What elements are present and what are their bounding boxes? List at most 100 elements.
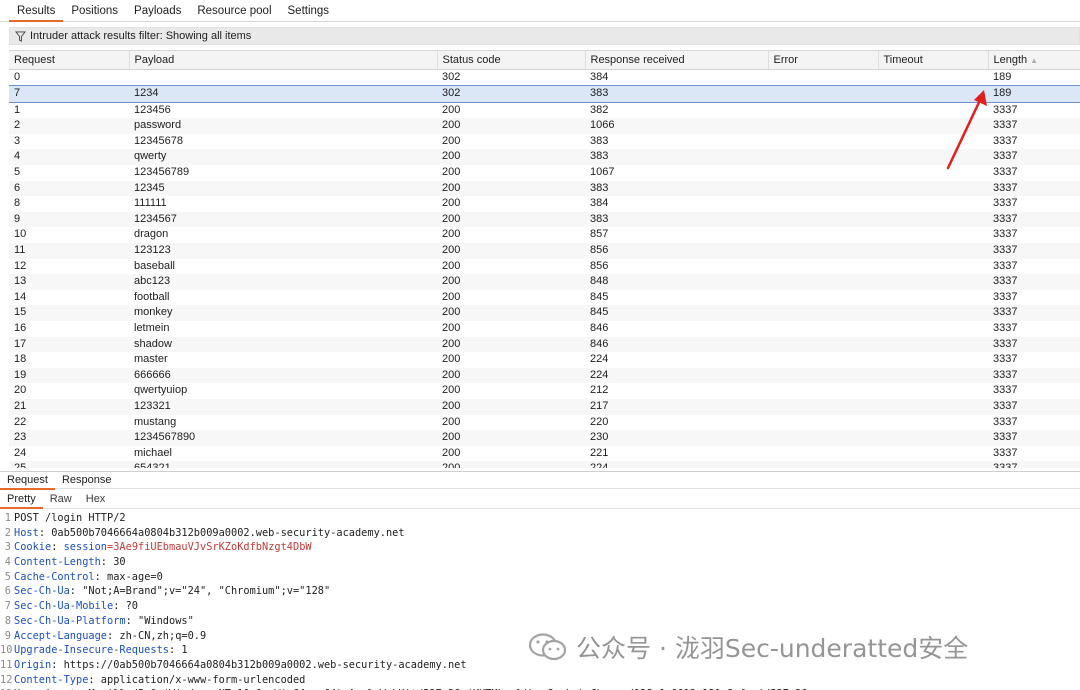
- length-cell: 3337: [988, 398, 1080, 415]
- status-code-cell: 200: [437, 180, 585, 197]
- error-cell: [768, 321, 878, 337]
- table-row[interactable]: 11 123123 200 856 3337: [9, 243, 1080, 259]
- error-cell: [768, 149, 878, 166]
- line-number: 5: [4, 570, 11, 583]
- error-cell: [768, 446, 878, 462]
- table-row[interactable]: 13 abc123 200 848 3337: [9, 274, 1080, 290]
- table-row[interactable]: 17 shadow 200 846 3337: [9, 336, 1080, 353]
- table-row[interactable]: 10 dragon 200 857 3337: [9, 227, 1080, 243]
- results-table: Request Payload Status code Response receiv…: [9, 50, 1080, 468]
- status-code-cell: 200: [437, 336, 585, 353]
- header-value: : application/x-www-form-urlencoded: [88, 673, 306, 686]
- payload-cell: abc123: [129, 274, 437, 290]
- error-cell: [768, 134, 878, 150]
- payload-cell: qwertyuiop: [134, 384, 188, 397]
- status-code-cell: 200: [437, 211, 585, 228]
- request-cell: 7: [9, 85, 129, 103]
- column-header-timeout[interactable]: Timeout: [878, 51, 989, 70]
- timeout-cell: [878, 446, 988, 462]
- code-line: 6 Sec-Ch-Ua: "Not;A=Brand";v="24", "Chrom…: [0, 584, 1080, 599]
- table-row[interactable]: 24 michael 200 221 3337: [9, 446, 1080, 462]
- timeout-cell: [878, 274, 988, 290]
- tab-settings[interactable]: Settings: [280, 0, 338, 22]
- response-received-cell: 383: [585, 180, 768, 197]
- response-received-cell: 382: [590, 103, 609, 116]
- timeout-cell: [878, 461, 988, 468]
- table-row[interactable]: 25654321200224 3337: [9, 461, 1080, 468]
- code-line: 8 Sec-Ch-Ua-Platform: "Windows": [0, 614, 1080, 629]
- table-row[interactable]: 5 123456789 200 1067 3337: [9, 165, 1080, 181]
- status-code-cell: 302: [437, 85, 585, 103]
- tab-results[interactable]: Results: [9, 0, 64, 22]
- table-row[interactable]: 15 monkey 200 845 3337: [9, 305, 1080, 321]
- status-code-cell: 200: [442, 166, 461, 179]
- table-row[interactable]: 20 qwertyuiop 200 212 3337: [9, 383, 1080, 399]
- column-header-label: Payload: [134, 53, 175, 66]
- request-cell: 1: [14, 103, 21, 116]
- error-cell: [768, 461, 878, 468]
- error-cell: [768, 430, 878, 446]
- table-row[interactable]: 6 12345 200 383 3337: [9, 180, 1080, 197]
- tab-positions[interactable]: Positions: [63, 0, 126, 22]
- line-content: Cookie: session=3Ae9fiUEbmauVJvSrKZoKdfb…: [14, 540, 312, 555]
- table-row[interactable]: 8 111111 200 384 3337: [9, 196, 1080, 212]
- payload-cell: dragon: [134, 228, 169, 241]
- line-content: Sec-Ch-Ua-Platform: "Windows": [14, 614, 194, 629]
- response-received-cell: 224: [585, 461, 768, 468]
- table-row[interactable]: 14 football 200 845 3337: [9, 290, 1080, 306]
- table-row[interactable]: 21 123321 200 217 3337: [9, 398, 1080, 415]
- results-filter-bar[interactable]: Intruder attack results filter: Showing …: [9, 27, 1080, 45]
- status-code-cell: 200: [442, 259, 461, 272]
- table-row[interactable]: 9 1234567 200 383 3337: [9, 211, 1080, 228]
- tab-hex[interactable]: Hex: [79, 491, 113, 509]
- tab-request[interactable]: Request: [0, 472, 55, 490]
- table-row[interactable]: 4 qwerty 200 383 3337: [9, 149, 1080, 166]
- error-cell: [768, 102, 878, 118]
- timeout-cell: [878, 259, 988, 275]
- status-code-cell: 200: [442, 103, 461, 116]
- column-header-length[interactable]: Length ▲: [988, 51, 1080, 70]
- payload-cell: 111111: [134, 197, 167, 210]
- payload-cell: monkey: [129, 305, 437, 321]
- status-code-cell: 200: [437, 367, 585, 384]
- table-row[interactable]: 19 666666 200 224 3337: [9, 367, 1080, 384]
- status-code-cell: 200: [442, 353, 461, 366]
- column-header-payload[interactable]: Payload: [129, 51, 438, 70]
- table-row[interactable]: 2 password 200 1066 3337: [9, 118, 1080, 134]
- table-row[interactable]: 7 1234 302 383 189: [9, 85, 1080, 103]
- column-header-request[interactable]: Request: [9, 51, 130, 70]
- table-row[interactable]: 23 1234567890 200 230 3337: [9, 430, 1080, 446]
- tab-raw[interactable]: Raw: [43, 491, 79, 509]
- line-number: 12: [0, 673, 13, 686]
- column-header-response-received[interactable]: Response received: [585, 51, 769, 70]
- table-row[interactable]: 22 mustang 200 220 3337: [9, 415, 1080, 431]
- table-row[interactable]: 3 12345678 200 383 3337: [9, 134, 1080, 150]
- header-name: Accept-Language: [14, 629, 107, 642]
- header-name: Sec-Ch-Ua-Mobile: [14, 600, 114, 613]
- column-header-error[interactable]: Error: [768, 51, 879, 70]
- table-row[interactable]: 18 master 200 224 3337: [9, 352, 1080, 368]
- table-row[interactable]: 0 302 384 189: [9, 69, 1080, 86]
- column-header-status-code[interactable]: Status code: [437, 51, 586, 70]
- table-header-row: Request Payload Status code Response receiv…: [9, 51, 1080, 70]
- tab-resource-pool[interactable]: Resource pool: [189, 0, 279, 22]
- timeout-cell: [878, 243, 988, 259]
- header-value: : 30: [100, 556, 126, 569]
- status-code-cell: 200: [437, 461, 585, 468]
- table-row[interactable]: 16 letmein 200 846 3337: [9, 321, 1080, 337]
- status-code-cell: 200: [442, 228, 461, 241]
- table-row[interactable]: 1 123456 200 382 3337: [9, 102, 1080, 118]
- timeout-cell: [878, 134, 988, 150]
- tab-response[interactable]: Response: [55, 472, 119, 490]
- header-value: : 1: [168, 644, 188, 657]
- header-name: Upgrade-Insecure-Requests: [14, 644, 169, 657]
- payload-cell: 1234: [129, 85, 437, 103]
- header-value: POST /login HTTP/2: [14, 512, 126, 524]
- length-cell: 3337: [993, 134, 1018, 147]
- table-row[interactable]: 12 baseball 200 856 3337: [9, 259, 1080, 275]
- error-cell: [768, 415, 878, 431]
- tab-payloads[interactable]: Payloads: [126, 0, 189, 22]
- tab-pretty[interactable]: Pretty: [0, 491, 43, 509]
- length-cell: 3337: [988, 336, 1080, 353]
- header-value: : zh-CN,zh;q=0.9: [107, 629, 207, 642]
